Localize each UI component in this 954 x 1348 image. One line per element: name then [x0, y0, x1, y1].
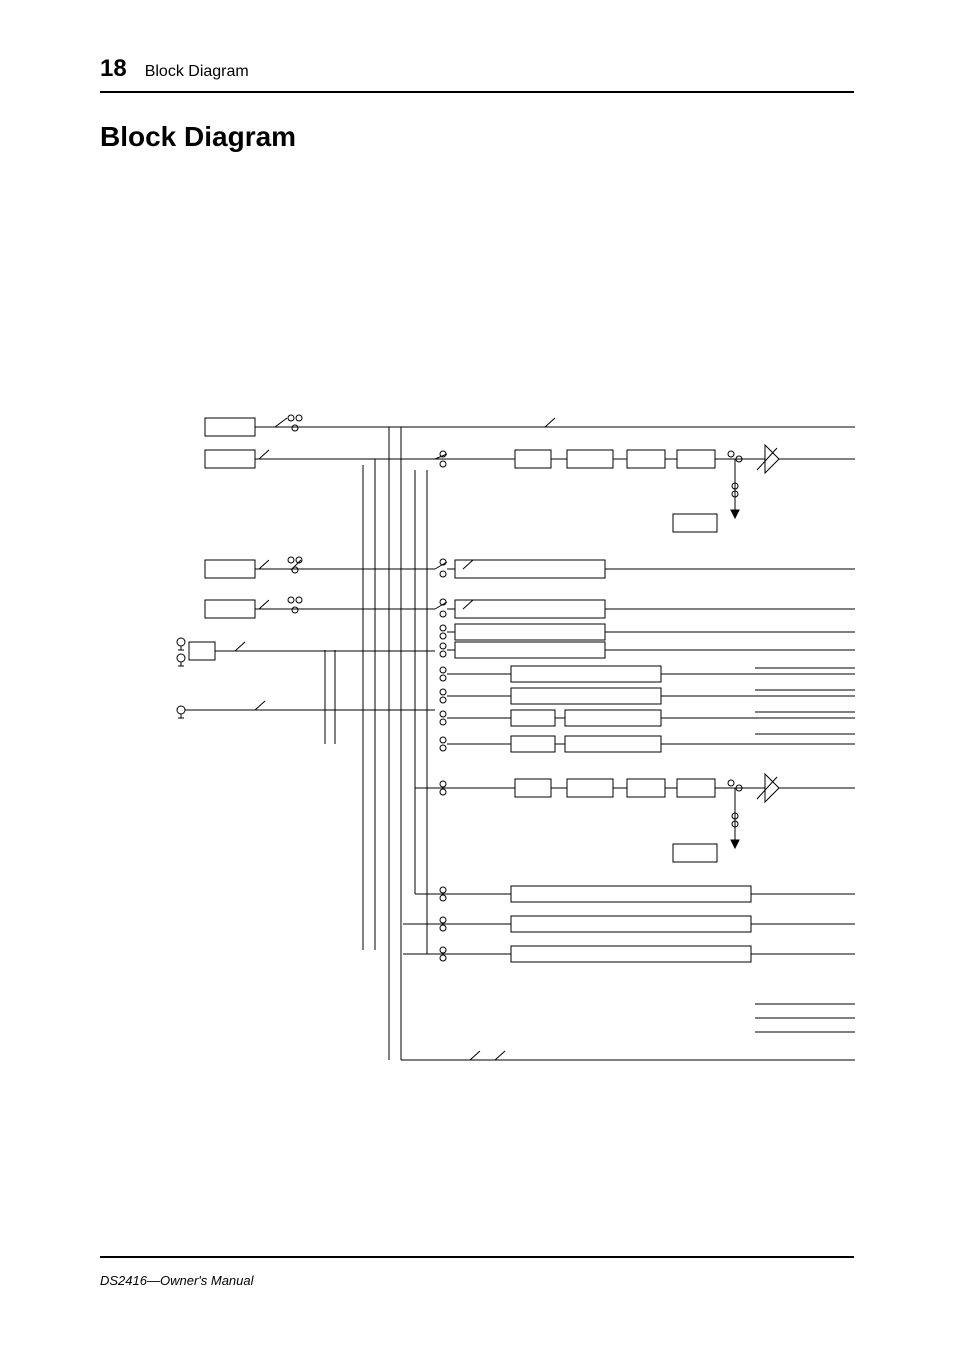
header-section-title: Block Diagram [145, 63, 249, 81]
block-diagram [175, 410, 855, 1080]
footer-rule [100, 1256, 854, 1258]
block-diagram-svg [175, 410, 855, 1080]
page: 18 Block Diagram Block Diagram [0, 0, 954, 1348]
page-number: 18 [100, 55, 127, 83]
page-header: 18 Block Diagram [100, 55, 854, 93]
page-title: Block Diagram [100, 121, 854, 153]
footer-text: DS2416—Owner's Manual [100, 1273, 254, 1288]
